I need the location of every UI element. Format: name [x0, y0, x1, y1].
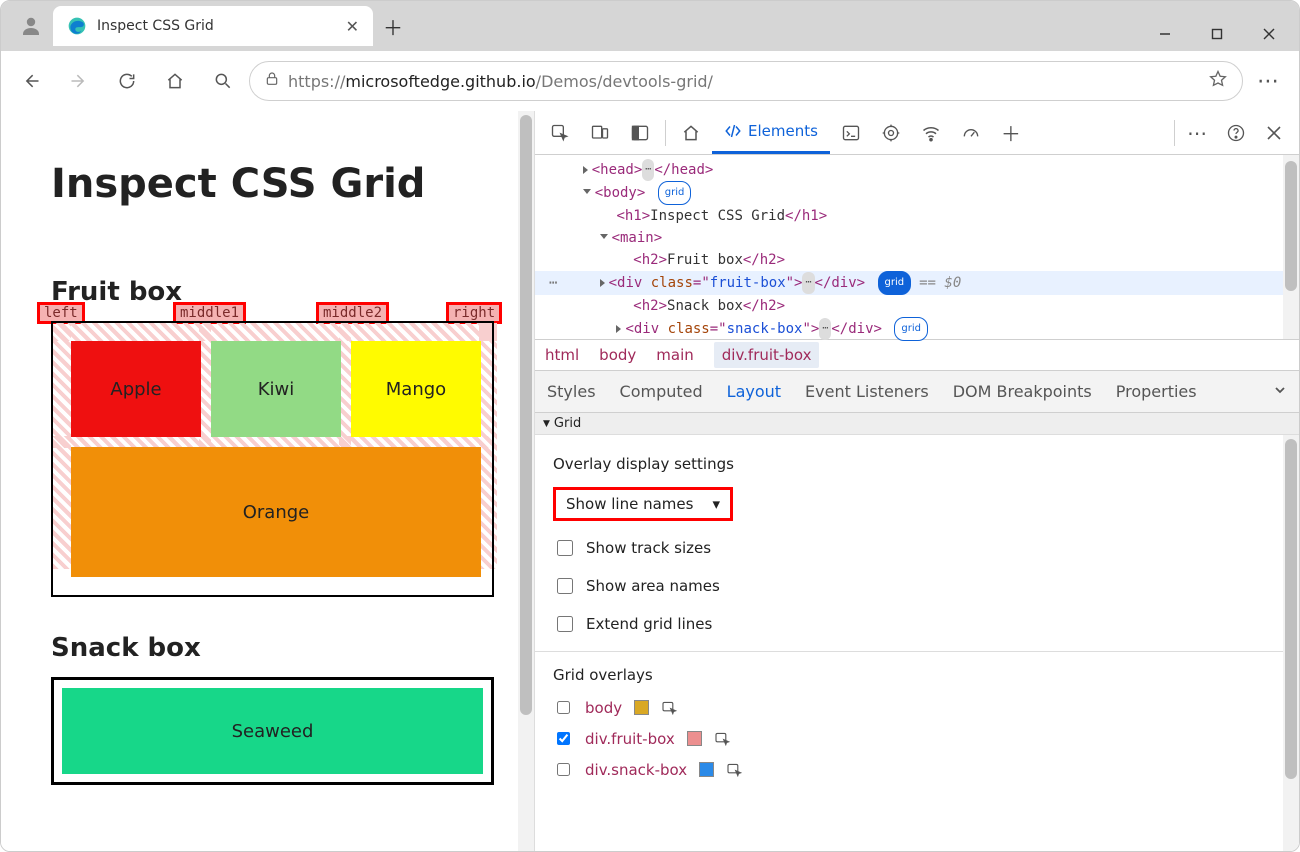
- fruit-box: Apple Kiwi Mango Orange: [51, 321, 494, 597]
- dom-breadcrumbs[interactable]: html body main div.fruit-box: [535, 339, 1299, 371]
- overlay-checkbox[interactable]: [557, 701, 570, 714]
- tab-title: Inspect CSS Grid: [97, 18, 336, 34]
- cell-apple: Apple: [71, 341, 201, 437]
- overlay-checkbox[interactable]: [557, 763, 570, 776]
- address-bar[interactable]: https://microsoftedge.github.io/Demos/de…: [249, 61, 1243, 101]
- elements-tab[interactable]: Elements: [712, 112, 830, 154]
- crumb[interactable]: div.fruit-box: [714, 342, 820, 368]
- reveal-icon[interactable]: [714, 732, 732, 746]
- checkbox-area-names[interactable]: [557, 578, 573, 594]
- chevron-down-icon: ▾: [712, 495, 720, 513]
- devtools-panel: Elements ＋ ⋯ <head>⋯</head> <body> grid: [534, 111, 1299, 851]
- more-menu-button[interactable]: ⋯: [1247, 59, 1291, 103]
- reveal-icon[interactable]: [726, 763, 744, 777]
- subtab-event-listeners[interactable]: Event Listeners: [805, 382, 929, 401]
- dom-tree[interactable]: <head>⋯</head> <body> grid <h1>Inspect C…: [535, 155, 1299, 339]
- fruit-heading: Fruit box: [51, 277, 494, 307]
- checkbox-row[interactable]: Show track sizes: [553, 537, 1281, 559]
- network-tab-icon[interactable]: [912, 113, 950, 153]
- search-button[interactable]: [201, 59, 245, 103]
- checkbox-row[interactable]: Extend grid lines: [553, 613, 1281, 635]
- subtab-computed[interactable]: Computed: [620, 382, 703, 401]
- lock-icon: [264, 70, 280, 92]
- layout-pane: Overlay display settings Show line names…: [535, 435, 1299, 851]
- cell-kiwi: Kiwi: [211, 341, 341, 437]
- dom-scrollbar[interactable]: [1283, 155, 1299, 339]
- url-text: https://microsoftedge.github.io/Demos/de…: [288, 72, 713, 91]
- overlay-row[interactable]: div.snack-box: [553, 760, 1281, 779]
- checkbox-extend-lines[interactable]: [557, 616, 573, 632]
- browser-tab[interactable]: Inspect CSS Grid ✕: [53, 6, 373, 46]
- checkbox-row[interactable]: Show area names: [553, 575, 1281, 597]
- edge-icon: [67, 16, 87, 36]
- minimize-button[interactable]: [1141, 17, 1189, 51]
- profile-icon[interactable]: [9, 14, 53, 38]
- refresh-button[interactable]: [105, 59, 149, 103]
- grid-section-header[interactable]: ▼Grid: [535, 413, 1299, 435]
- dock-icon[interactable]: [621, 113, 659, 153]
- back-button[interactable]: [9, 59, 53, 103]
- devtools-toolbar: Elements ＋ ⋯: [535, 111, 1299, 155]
- color-swatch[interactable]: [699, 762, 714, 777]
- favorite-icon[interactable]: [1208, 69, 1228, 93]
- snack-box: Seaweed: [51, 677, 494, 785]
- inspect-icon[interactable]: [541, 113, 579, 153]
- device-icon[interactable]: [581, 113, 619, 153]
- reveal-icon[interactable]: [661, 701, 679, 715]
- subtab-styles[interactable]: Styles: [547, 382, 596, 401]
- close-window-button[interactable]: [1245, 17, 1293, 51]
- cell-orange: Orange: [71, 447, 481, 577]
- page-viewport: Inspect CSS Grid Fruit box left middle1 …: [1, 111, 534, 851]
- titlebar: Inspect CSS Grid ✕ ＋: [1, 1, 1299, 51]
- console-tab-icon[interactable]: [832, 113, 870, 153]
- grid-overlays-title: Grid overlays: [553, 666, 1281, 684]
- maximize-button[interactable]: [1193, 17, 1241, 51]
- styles-subtabs: Styles Computed Layout Event Listeners D…: [535, 371, 1299, 413]
- cell-mango: Mango: [351, 341, 481, 437]
- crumb[interactable]: body: [599, 346, 636, 364]
- layout-scrollbar[interactable]: [1283, 435, 1299, 851]
- more-tabs-icon[interactable]: ＋: [992, 113, 1030, 153]
- chevron-down-icon[interactable]: [1273, 382, 1287, 401]
- color-swatch[interactable]: [687, 731, 702, 746]
- checkbox-track-sizes[interactable]: [557, 540, 573, 556]
- crumb[interactable]: main: [656, 346, 693, 364]
- forward-button[interactable]: [57, 59, 101, 103]
- crumb[interactable]: html: [545, 346, 579, 364]
- subtab-layout[interactable]: Layout: [727, 382, 781, 401]
- cell-seaweed: Seaweed: [62, 688, 483, 774]
- home-button[interactable]: [153, 59, 197, 103]
- devtools-close-icon[interactable]: [1255, 113, 1293, 153]
- snack-heading: Snack box: [51, 633, 494, 663]
- help-icon[interactable]: [1217, 113, 1255, 153]
- performance-tab-icon[interactable]: [952, 113, 990, 153]
- tab-close-icon[interactable]: ✕: [346, 17, 359, 36]
- devtools-menu-icon[interactable]: ⋯: [1179, 113, 1217, 153]
- welcome-tab-icon[interactable]: [672, 113, 710, 153]
- color-swatch[interactable]: [634, 700, 649, 715]
- page-scrollbar[interactable]: [518, 111, 534, 851]
- page-title: Inspect CSS Grid: [51, 161, 494, 207]
- browser-toolbar: https://microsoftedge.github.io/Demos/de…: [1, 51, 1299, 111]
- sources-tab-icon[interactable]: [872, 113, 910, 153]
- fruit-box-container: left middle1 middle2 right Apple Kiwi: [51, 321, 494, 597]
- line-names-select[interactable]: Show line names ▾: [553, 487, 733, 521]
- overlay-checkbox[interactable]: [557, 732, 570, 745]
- new-tab-button[interactable]: ＋: [373, 6, 413, 46]
- overlay-row[interactable]: div.fruit-box: [553, 729, 1281, 748]
- overlay-row[interactable]: body: [553, 698, 1281, 717]
- subtab-dom-breakpoints[interactable]: DOM Breakpoints: [953, 382, 1092, 401]
- overlay-settings-title: Overlay display settings: [553, 455, 1281, 473]
- subtab-properties[interactable]: Properties: [1116, 382, 1197, 401]
